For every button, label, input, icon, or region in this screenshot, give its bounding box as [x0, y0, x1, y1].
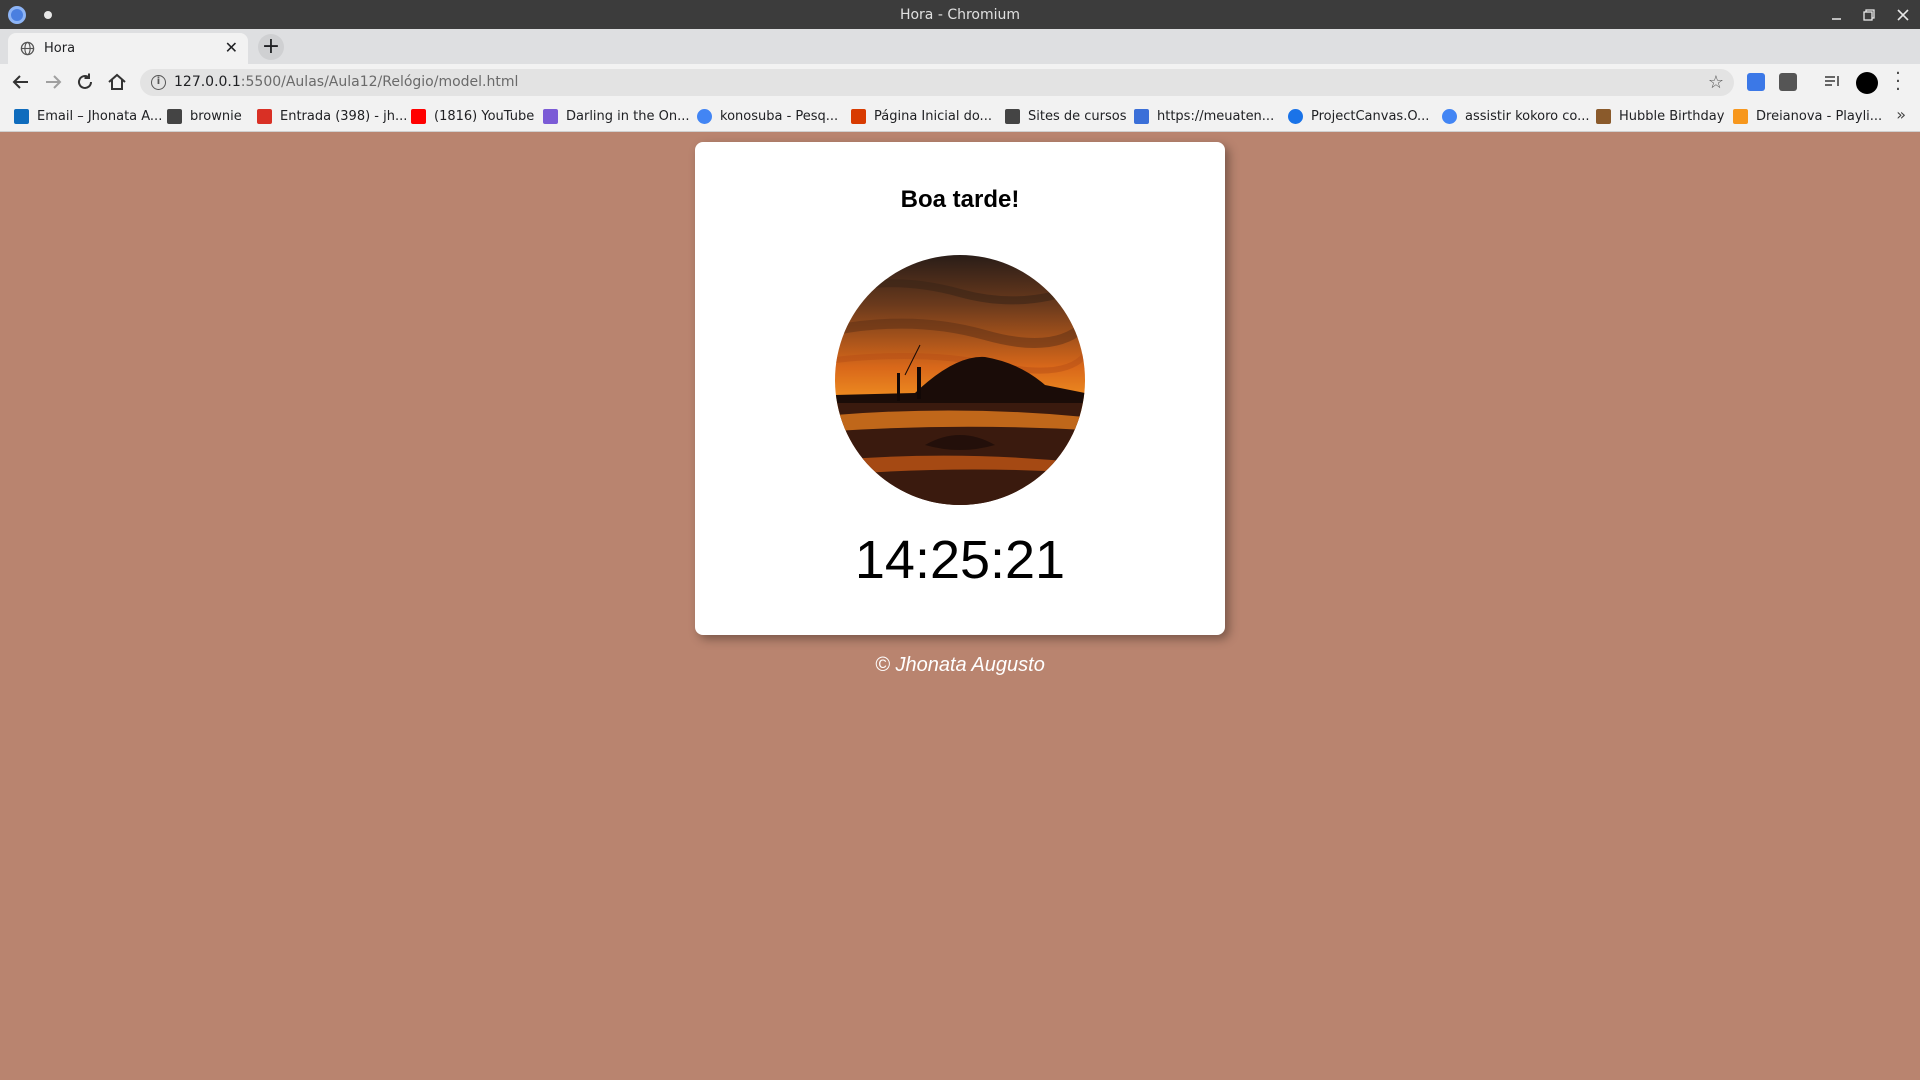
bookmark-label: Dreianova - Playli...: [1756, 108, 1883, 124]
url-path: :5500/Aulas/Aula12/Relógio/model.html: [240, 74, 519, 90]
tab-strip: Hora ✕ +: [0, 29, 1920, 64]
bookmark-label: Página Inicial do...: [874, 108, 992, 124]
hubble-icon: [1596, 108, 1611, 124]
bookmark-star-icon[interactable]: ☆: [1708, 72, 1724, 93]
bookmark-item[interactable]: Hubble Birthday: [1596, 107, 1724, 125]
clock-time: 14:25:21: [854, 530, 1066, 590]
tab-title: Hora: [44, 41, 76, 56]
bookmark-item[interactable]: Email – Jhonata A...: [14, 107, 162, 125]
restore-icon: [1863, 9, 1875, 21]
office-icon: [851, 108, 866, 124]
gmail-icon: [257, 108, 272, 124]
translate-extension-icon[interactable]: [1747, 73, 1765, 91]
bookmark-folder[interactable]: brownie: [167, 107, 242, 125]
window-title: Hora - Chromium: [899, 7, 1021, 23]
bookmark-item[interactable]: https://meuaten...: [1134, 107, 1274, 125]
forward-arrow-icon[interactable]: [42, 71, 64, 93]
clock-card: Boa tarde! 14:25:21: [695, 142, 1225, 635]
bookmark-item[interactable]: Entrada (398) - jh...: [257, 107, 407, 125]
minimize-button[interactable]: [1826, 4, 1848, 26]
bookmark-item[interactable]: assistir kokoro co...: [1442, 107, 1590, 125]
bookmark-label: Entrada (398) - jh...: [280, 108, 408, 124]
site-info-icon[interactable]: i: [151, 75, 166, 90]
bookmark-item[interactable]: konosuba - Pesq...: [697, 107, 838, 125]
folder-icon: [167, 108, 182, 124]
new-tab-button[interactable]: +: [258, 34, 284, 60]
bookmark-label: brownie: [190, 108, 242, 124]
url-text[interactable]: 127.0.0.1:5500/Aulas/Aula12/Relógio/mode…: [174, 74, 518, 90]
bookmark-label: Hubble Birthday: [1619, 108, 1725, 124]
window-titlebar: Hora - Chromium: [0, 0, 1920, 29]
bookmark-item[interactable]: Dreianova - Playli...: [1733, 107, 1882, 125]
sunset-image: [835, 255, 1085, 505]
google-icon: [697, 108, 712, 124]
outlook-icon: [14, 108, 29, 124]
reload-icon[interactable]: [74, 71, 96, 93]
folder-icon: [1005, 108, 1020, 124]
bookmark-item[interactable]: Darling in the On...: [543, 107, 690, 125]
bookmark-label: konosuba - Pesq...: [720, 108, 839, 124]
youtube-icon: [411, 108, 426, 124]
close-icon: [1897, 9, 1909, 21]
browser-menu-icon[interactable]: · · ·: [1892, 65, 1904, 99]
tab-hora[interactable]: Hora ✕: [8, 33, 248, 64]
browser-toolbar: i 127.0.0.1:5500/Aulas/Aula12/Relógio/mo…: [0, 64, 1920, 100]
bookmark-label: Email – Jhonata A...: [37, 108, 163, 124]
greeting-heading: Boa tarde!: [900, 186, 1020, 213]
url-host: 127.0.0.1: [174, 74, 241, 90]
close-window-button[interactable]: [1892, 4, 1914, 26]
canvas-icon: [1288, 108, 1303, 124]
restore-button[interactable]: [1858, 4, 1880, 26]
more-bookmarks-icon[interactable]: »: [1896, 105, 1906, 124]
bookmark-item[interactable]: Página Inicial do...: [851, 107, 992, 125]
bookmark-label: Darling in the On...: [566, 108, 690, 124]
bookmark-item[interactable]: (1816) YouTube: [411, 107, 534, 125]
bookmark-label: (1816) YouTube: [434, 108, 535, 124]
site-icon: [1134, 108, 1149, 124]
bookmark-label: assistir kokoro co...: [1465, 108, 1590, 124]
google-icon: [1442, 108, 1457, 124]
sunset-beach-photo: [835, 255, 1085, 505]
footer-copyright: © Jhonata Augusto: [875, 654, 1045, 676]
tab-close-icon[interactable]: ✕: [225, 38, 238, 57]
bookmark-folder[interactable]: Sites de cursos: [1005, 107, 1126, 125]
profile-avatar[interactable]: [1856, 72, 1878, 94]
back-arrow-icon[interactable]: [10, 71, 32, 93]
media-controls-icon[interactable]: [1823, 73, 1841, 91]
bookmark-item[interactable]: ProjectCanvas.O...: [1288, 107, 1429, 125]
minimize-icon: [1832, 18, 1841, 20]
bookmark-label: https://meuaten...: [1157, 108, 1275, 124]
selenium-extension-icon[interactable]: [1779, 73, 1797, 91]
home-icon[interactable]: [106, 71, 128, 93]
anime-site-icon: [543, 108, 558, 124]
address-bar[interactable]: i 127.0.0.1:5500/Aulas/Aula12/Relógio/mo…: [140, 69, 1734, 96]
bookmark-label: ProjectCanvas.O...: [1311, 108, 1430, 124]
ph-icon: [1733, 108, 1748, 124]
bookmarks-bar: Email – Jhonata A... brownie Entrada (39…: [0, 100, 1920, 132]
globe-icon: [20, 41, 35, 56]
bookmark-label: Sites de cursos: [1028, 108, 1127, 124]
